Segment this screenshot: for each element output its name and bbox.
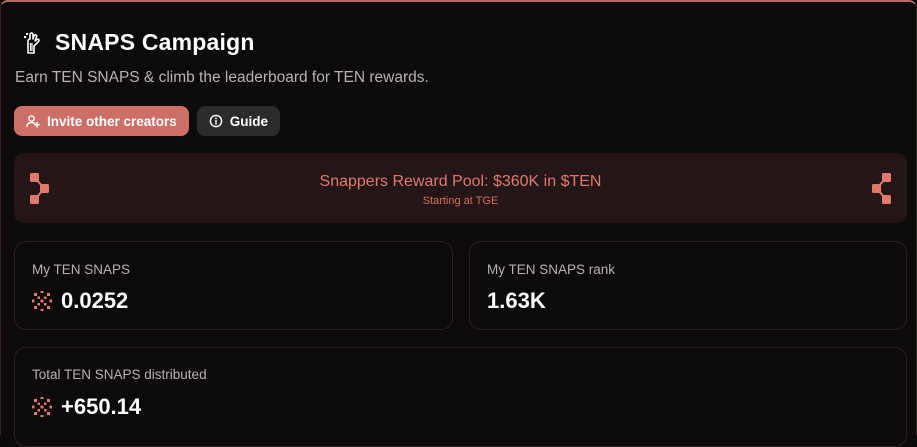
reward-pool-banner: Snappers Reward Pool: $360K in $TEN Star… xyxy=(14,153,907,223)
my-snaps-value: 0.0252 xyxy=(61,288,129,313)
my-rank-card: My TEN SNAPS rank 1.63K xyxy=(469,241,907,330)
my-snaps-value-row: 0.0252 xyxy=(32,288,128,314)
hand-logo-icon xyxy=(24,31,40,54)
campaign-panel: SNAPS Campaign Earn TEN SNAPS & climb th… xyxy=(0,0,917,447)
page-title: SNAPS Campaign xyxy=(55,29,255,55)
reward-pool-subtitle: Starting at TGE xyxy=(422,195,499,207)
campaign-header: SNAPS Campaign xyxy=(19,29,255,56)
guide-button[interactable]: Guide xyxy=(196,106,281,136)
my-snaps-label: My TEN SNAPS xyxy=(32,262,131,277)
my-rank-value-row: 1.63K xyxy=(487,288,546,314)
invite-button-label: Invite other creators xyxy=(47,113,177,129)
snaps-icon xyxy=(32,291,52,311)
my-rank-value: 1.63K xyxy=(487,288,546,313)
total-distributed-value: +650.14 xyxy=(61,394,142,419)
action-buttons: Invite other creators Guide xyxy=(14,106,281,136)
info-icon xyxy=(209,114,223,128)
my-snaps-card: My TEN SNAPS 0.0252 xyxy=(14,241,453,330)
snaps-icon xyxy=(32,397,52,417)
my-rank-label: My TEN SNAPS rank xyxy=(487,262,616,277)
reward-pool-title: Snappers Reward Pool: $360K in $TEN xyxy=(319,173,602,190)
invite-creators-button[interactable]: Invite other creators xyxy=(14,106,189,136)
guide-button-label: Guide xyxy=(229,113,269,129)
total-distributed-card: Total TEN SNAPS distributed +650.14 xyxy=(14,347,907,447)
page-subtitle: Earn TEN SNAPS & climb the leaderboard f… xyxy=(15,69,429,86)
total-distributed-label: Total TEN SNAPS distributed xyxy=(32,367,207,382)
ten-logo-right-icon xyxy=(872,173,891,204)
add-user-icon xyxy=(26,115,40,128)
total-distributed-value-row: +650.14 xyxy=(32,394,141,420)
